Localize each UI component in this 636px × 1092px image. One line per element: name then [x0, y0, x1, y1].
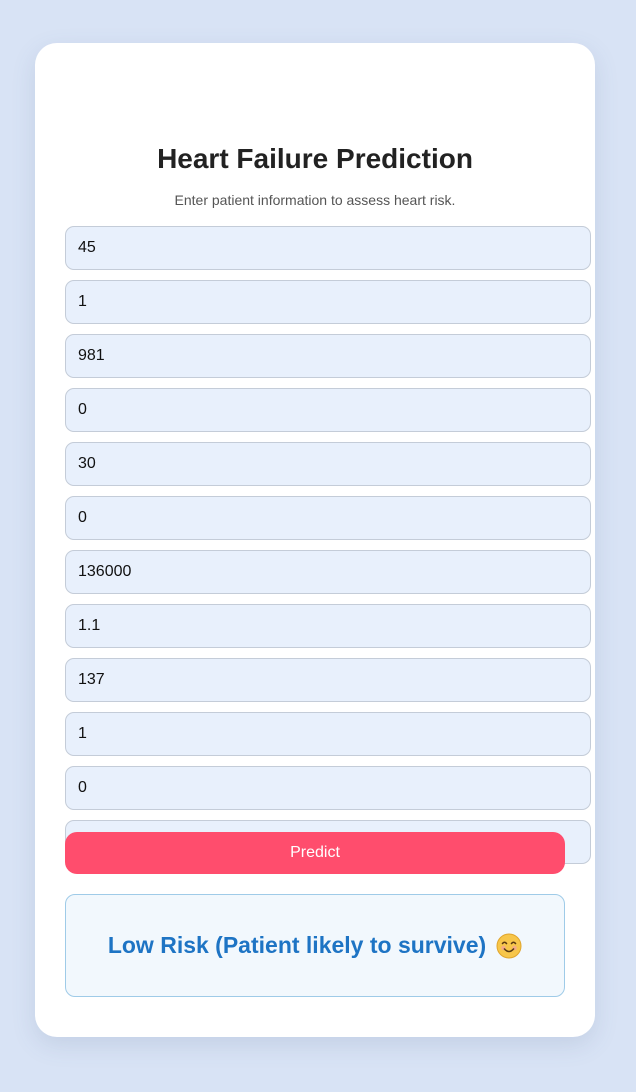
patient-field-2[interactable]	[65, 280, 591, 324]
patient-field-11[interactable]	[65, 766, 591, 810]
patient-field-10[interactable]	[65, 712, 591, 756]
result-text: Low Risk (Patient likely to survive)	[107, 932, 487, 958]
patient-field-8[interactable]	[65, 604, 591, 648]
predict-button[interactable]: Predict	[65, 832, 565, 874]
patient-field-1[interactable]	[65, 226, 591, 270]
patient-field-9[interactable]	[65, 658, 591, 702]
smiling-face-icon	[496, 933, 522, 959]
patient-form	[65, 226, 591, 874]
page-title: Heart Failure Prediction	[157, 143, 473, 174]
patient-field-6[interactable]	[65, 496, 591, 540]
result-panel: Low Risk (Patient likely to survive)	[65, 894, 565, 997]
patient-field-7[interactable]	[65, 550, 591, 594]
patient-field-4[interactable]	[65, 388, 591, 432]
patient-field-5[interactable]	[65, 442, 591, 486]
prediction-card: Heart Failure Prediction Enter patient i…	[35, 43, 595, 1037]
patient-field-3[interactable]	[65, 334, 591, 378]
page-subtitle: Enter patient information to assess hear…	[174, 192, 456, 208]
